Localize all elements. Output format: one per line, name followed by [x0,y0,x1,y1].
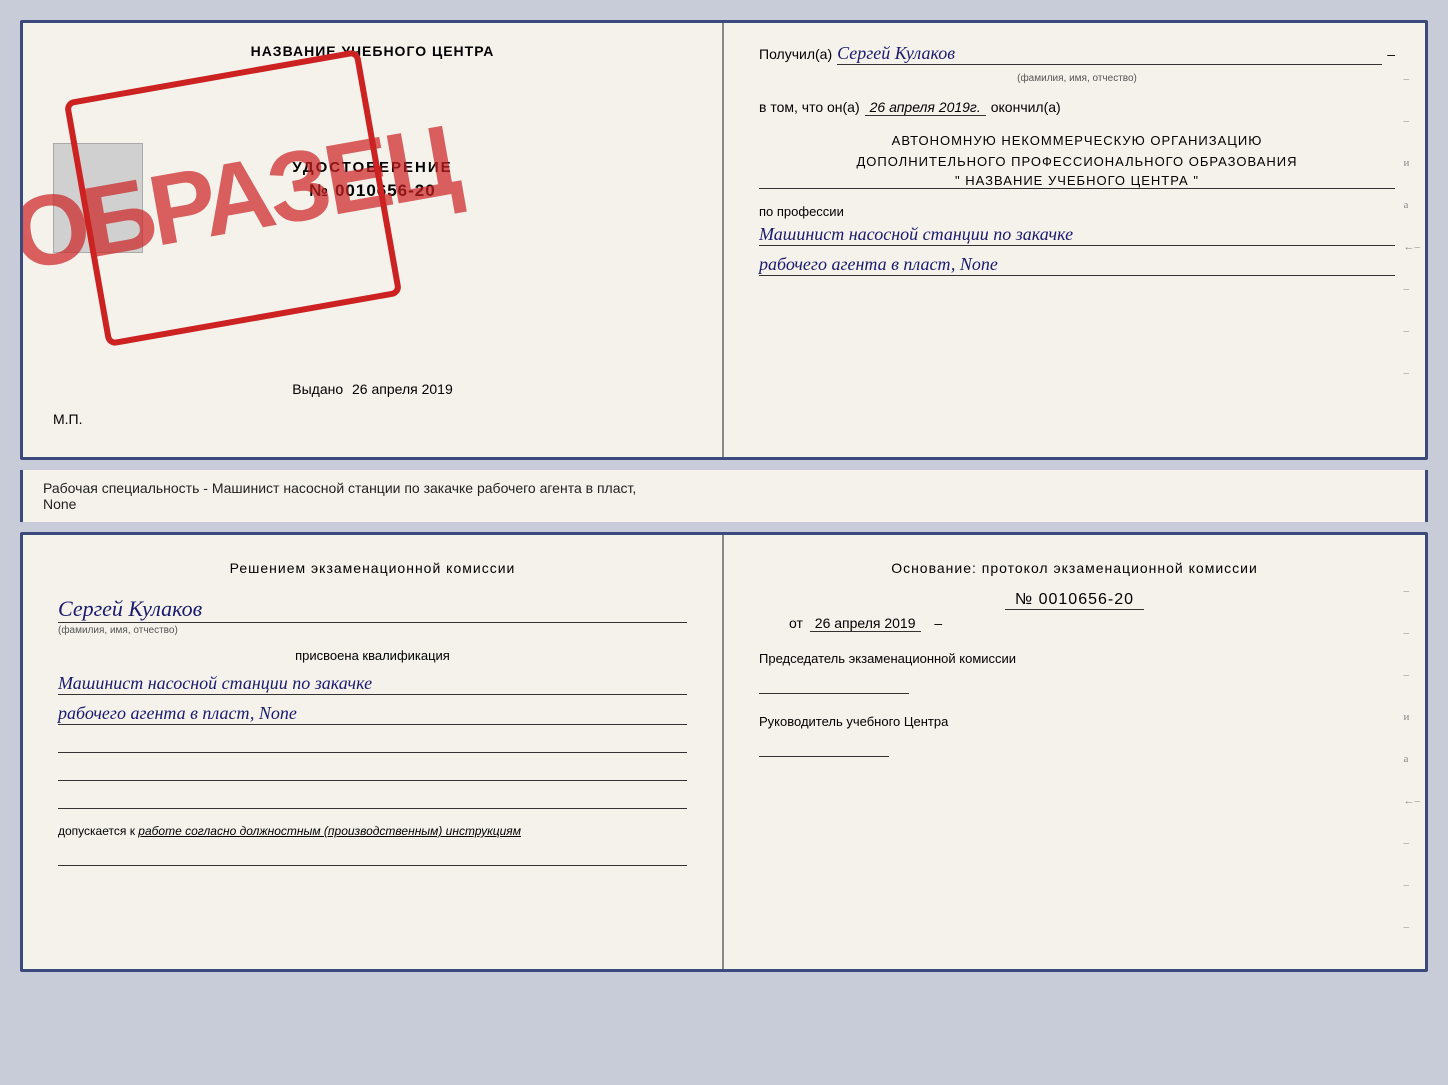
certificate-right: Получил(а) Сергей Кулаков – (фамилия, им… [724,23,1425,457]
org-line1: АВТОНОМНУЮ НЕКОММЕРЧЕСКУЮ ОРГАНИЗАЦИЮ [759,131,1395,152]
signature-line3 [58,789,687,809]
date-line: в том, что он(а) 26 апреля 2019г. окончи… [759,99,1395,116]
profession-block: по профессии Машинист насосной станции п… [759,204,1395,276]
okончил-label: окончил(а) [991,99,1061,115]
date-prefix: от [789,615,803,631]
dash-date: – [934,615,942,631]
chairman-label: Председатель экзаменационной комиссии [759,651,1390,666]
qualification-line1: Машинист насосной станции по закачке [58,673,687,695]
chairman-block: Председатель экзаменационной комиссии [759,651,1390,694]
signature-line1 [58,733,687,753]
date-label: в том, что он(а) [759,99,860,115]
recipient-label: Получил(а) [759,46,832,62]
vydano-date: 26 апреля 2019 [352,381,453,397]
recipient-name: Сергей Кулаков [837,43,1382,65]
protocol-date-value: 26 апреля 2019 [810,615,921,632]
руководитель-signature [759,737,889,757]
org-name: " НАЗВАНИЕ УЧЕБНОГО ЦЕНТРА " [759,173,1395,189]
osnование-title: Основание: протокол экзаменационной коми… [759,560,1390,576]
photo-placeholder [53,143,143,253]
certificate-left: НАЗВАНИЕ УЧЕБНОГО ЦЕНТРА ОБРАЗЕЦ УДОСТОВ… [23,23,724,457]
допускается-label: допускается к [58,824,135,838]
vydano-line: Выдано 26 апреля 2019 [23,381,722,397]
page-wrapper: НАЗВАНИЕ УЧЕБНОГО ЦЕНТРА ОБРАЗЕЦ УДОСТОВ… [20,20,1428,972]
right-margin-marks: – – и а ←– – – – [1404,73,1421,379]
chairman-signature [759,674,909,694]
udostoverenie-title: УДОСТОВЕРЕНИЕ [292,159,452,176]
fio-hint-top: (фамилия, имя, отчество) [759,73,1395,84]
udostoverenie-number: № 0010656-20 [292,181,452,201]
bottom-right: Основание: протокол экзаменационной коми… [724,535,1425,969]
separator-line2: None [43,496,76,512]
org-line2: ДОПОЛНИТЕЛЬНОГО ПРОФЕССИОНАЛЬНОГО ОБРАЗО… [759,152,1395,173]
person-name-large: Сергей Кулаков [58,596,687,623]
qualification-line2: рабочего агента в пласт, None [58,703,687,725]
dash1: – [1387,46,1395,62]
profession-line2: рабочего агента в пласт, None [759,254,1395,276]
org-block: АВТОНОМНУЮ НЕКОММЕРЧЕСКУЮ ОРГАНИЗАЦИЮ ДО… [759,131,1395,189]
bottom-left: Решением экзаменационной комиссии Сергей… [23,535,724,969]
qualification-label: присвоена квалификация [58,648,687,663]
protocol-number-block: № 0010656-20 [759,591,1390,615]
profession-line1: Машинист насосной станции по закачке [759,224,1395,246]
separator-text: Рабочая специальность - Машинист насосно… [20,470,1428,522]
protocol-date: от 26 апреля 2019 – [759,615,1390,631]
руководитель-block: Руководитель учебного Центра [759,714,1390,757]
certificate-top: НАЗВАНИЕ УЧЕБНОГО ЦЕНТРА ОБРАЗЕЦ УДОСТОВ… [20,20,1428,460]
signature-line2 [58,761,687,781]
signature-line4 [58,846,687,866]
protocol-number: № 0010656-20 [1005,591,1144,610]
commission-title: Решением экзаменационной комиссии [58,560,687,576]
date-value: 26 апреля 2019г. [865,99,986,116]
fio-hint-bottom: (фамилия, имя, отчество) [58,625,687,636]
center-title-top: НАЗВАНИЕ УЧЕБНОГО ЦЕНТРА [251,43,495,59]
right-margin-marks-bottom: – – – и а ←– – – – [1404,585,1421,933]
certificate-bottom: Решением экзаменационной комиссии Сергей… [20,532,1428,972]
руководитель-label: Руководитель учебного Центра [759,714,1390,729]
recipient-line: Получил(а) Сергей Кулаков – [759,43,1395,65]
udostoverenie-block: УДОСТОВЕРЕНИЕ № 0010656-20 [292,159,452,201]
profession-label: по профессии [759,204,1395,219]
mp-line: М.П. [53,411,83,427]
separator-line1: Рабочая специальность - Машинист насосно… [43,480,636,496]
допускается-block: допускается к работе согласно должностны… [58,824,687,838]
vydano-label: Выдано [292,381,343,397]
допускается-value: работе согласно должностным (производств… [138,824,521,838]
